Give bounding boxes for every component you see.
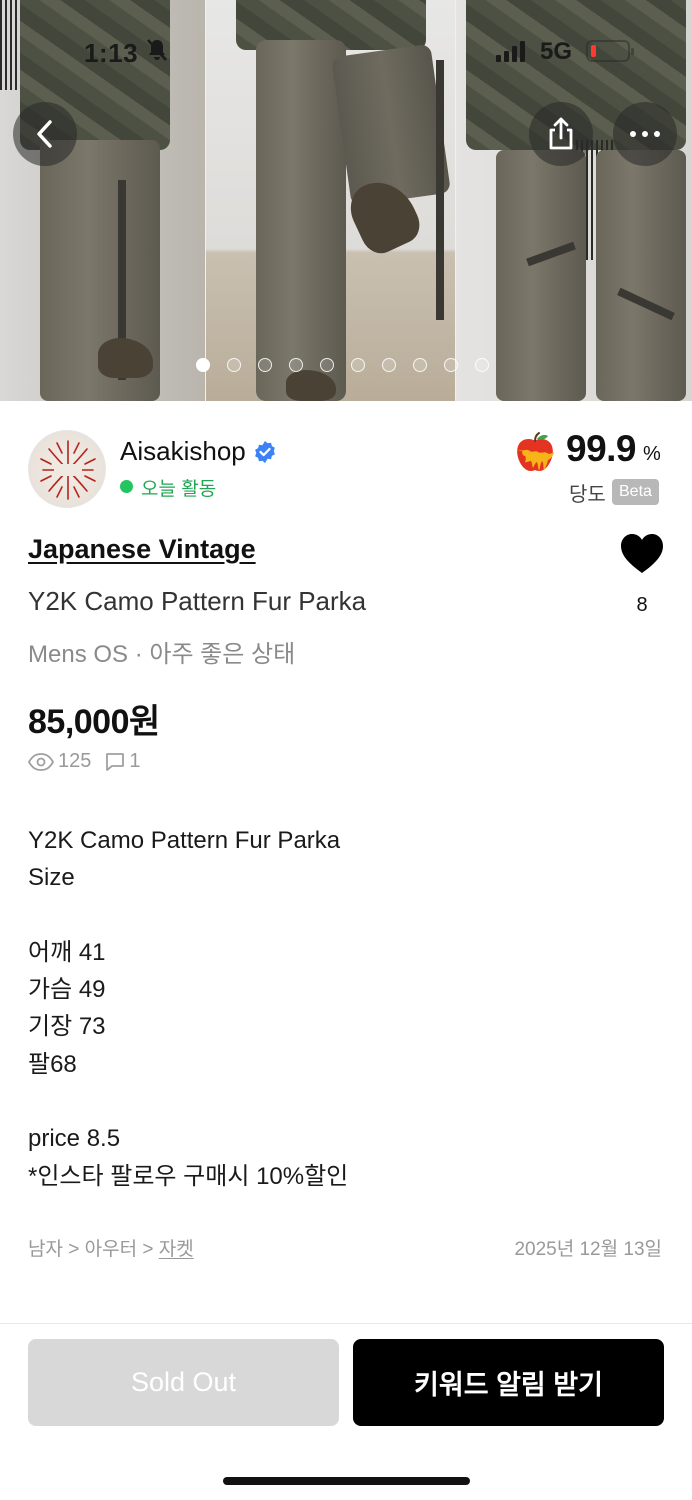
status-time: 1:13: [84, 38, 139, 68]
back-arrow-icon: [37, 120, 52, 148]
home-indicator: [223, 1477, 470, 1485]
description-line: Y2K Camo Pattern Fur Parka: [28, 827, 341, 854]
page-dot: [413, 358, 427, 372]
view-count: 125: [58, 750, 92, 772]
seller-name[interactable]: Aisakishop: [120, 436, 246, 467]
trust-label: 당도: [569, 484, 606, 506]
product-description: Y2K Camo Pattern Fur Parka Size 어깨 41 가슴 49…: [28, 822, 658, 1195]
description-line: price 8.5: [28, 1125, 121, 1153]
page-dot: [196, 358, 210, 372]
more-options-button[interactable]: [613, 102, 677, 166]
description-line: 가슴 49: [28, 976, 106, 1004]
product-price: 85,000원: [28, 703, 160, 741]
description-line: 기장 73: [28, 1013, 106, 1041]
heart-icon[interactable]: [620, 533, 664, 575]
back-button[interactable]: [13, 102, 77, 166]
product-title: Y2K Camo Pattern Fur Parka: [28, 586, 367, 616]
page-dot: [289, 358, 303, 372]
page-dot: [444, 358, 458, 372]
keyword-alert-button[interactable]: 키워드 알림 받기: [353, 1339, 664, 1426]
product-stats: 125 1: [28, 750, 155, 773]
eye-icon: [28, 752, 54, 771]
network-label: 5G: [540, 38, 573, 65]
comment-icon: [106, 752, 125, 771]
sold-out-button: Sold Out: [28, 1339, 339, 1426]
seller-activity: 오늘 활동: [141, 479, 217, 500]
bottom-divider: [0, 1323, 692, 1324]
online-status-dot: [120, 480, 133, 493]
page-dot: [475, 358, 489, 372]
description-line: *인스타 팔로우 구매시 10%할인: [28, 1162, 349, 1190]
share-icon: [549, 117, 573, 150]
product-meta: Mens OS · 아주 좋은 상태: [28, 641, 296, 668]
silent-bell-icon: [146, 38, 168, 68]
page-dot: [258, 358, 272, 372]
category-breadcrumb: 남자 > 아우터 > 자켓: [28, 1234, 194, 1261]
beta-badge: Beta: [612, 479, 659, 505]
like-count: 8: [636, 594, 648, 616]
battery-icon: [586, 40, 634, 62]
trust-score: 99.9: [566, 428, 637, 469]
apple-icon: [517, 432, 554, 472]
photo-page-indicator: [196, 358, 489, 372]
comment-count: 1: [129, 750, 141, 772]
seller-avatar[interactable]: [28, 430, 106, 508]
brand-link[interactable]: Japanese Vintage: [28, 534, 256, 565]
trust-score-unit: %: [643, 443, 661, 465]
product-photo-center: [206, 0, 456, 401]
description-line: 어깨 41: [28, 938, 106, 966]
share-button[interactable]: [529, 102, 593, 166]
description-line: 팔68: [28, 1050, 77, 1078]
page-dot: [320, 358, 334, 372]
page-dot: [382, 358, 396, 372]
product-photo-carousel[interactable]: 1:13 5G: [0, 0, 692, 401]
posted-date: 2025년 12월 13일: [514, 1239, 662, 1260]
page-dot: [227, 358, 241, 372]
signal-icon: [496, 40, 525, 62]
description-line: Size: [28, 864, 75, 892]
description-line: [28, 897, 658, 934]
category-path: 남자 > 아우터 >: [28, 1239, 159, 1260]
description-line: [28, 1083, 658, 1120]
category-link-jacket[interactable]: 자켓: [159, 1239, 194, 1260]
more-icon: [630, 131, 660, 137]
product-photo-right: [456, 0, 692, 401]
verified-badge-icon: [255, 441, 275, 463]
page-dot: [351, 358, 365, 372]
